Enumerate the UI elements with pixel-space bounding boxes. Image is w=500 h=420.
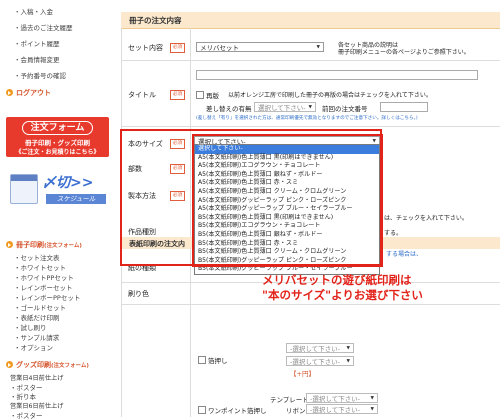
sidebar-booklet-link[interactable]: オプション xyxy=(14,342,54,352)
genre-note: する。 xyxy=(384,230,403,237)
sidebar-booklet-link[interactable]: レインボーPPセット xyxy=(14,292,81,302)
replace-select[interactable]: 選択して下さい- xyxy=(254,102,316,113)
order-section-header: 冊子の注文内容 xyxy=(121,12,500,29)
sidebar-booklet-link[interactable]: ゴールドセット xyxy=(14,302,67,312)
ribbon-label: リボン xyxy=(286,407,306,415)
section-title: 冊子の注文内容 xyxy=(129,16,182,25)
divider xyxy=(121,60,500,61)
logout-link[interactable]: ログアウト xyxy=(6,88,51,98)
sidebar-goods-link[interactable]: 折り本 xyxy=(10,391,37,401)
paper-note: する場合は、 xyxy=(386,251,423,258)
schedule-banner[interactable]: 〆切>> スケジュール xyxy=(6,170,109,210)
reprint-checkbox[interactable] xyxy=(196,91,204,99)
schedule-label: スケジュール xyxy=(46,194,106,204)
required-badge: 必須 xyxy=(170,43,185,53)
set-select[interactable]: メリバセット xyxy=(196,42,324,53)
goods-subhead: 営業日4日前仕上げ xyxy=(10,375,64,382)
divider xyxy=(121,304,500,305)
reprint-label: 再版 xyxy=(206,92,219,100)
sidebar-booklet-link[interactable]: ホワイトセット xyxy=(14,262,67,272)
order-banner-note: 《ご注文・お見積りはこちら》 xyxy=(15,149,100,156)
sidebar-link-points[interactable]: ポイント履歴 xyxy=(14,38,60,48)
foil-select-2[interactable]: -選択して下さい- xyxy=(286,356,354,367)
foil-price: 【+円】 xyxy=(290,370,315,378)
sidebar-link-order-history[interactable]: 過去のご注文履歴 xyxy=(14,22,73,32)
callout-line: メリバセットの遊び紙印刷は xyxy=(262,273,412,287)
set-note: 冊子印刷メニューの各ページよりご参照下さい。 xyxy=(338,49,470,56)
onepoint-checkbox[interactable] xyxy=(198,406,206,414)
arrow-circle-icon xyxy=(6,241,13,248)
sidebar-goods-link[interactable]: ポスター xyxy=(10,410,43,420)
deadline-label: 〆切>> xyxy=(42,175,94,191)
booklet-head[interactable]: 冊子印刷(注文フォーム) xyxy=(6,240,82,250)
sidebar-booklet-link[interactable]: セット注文表 xyxy=(14,252,60,262)
ribbon-select[interactable]: -選択して下さい- xyxy=(306,404,378,415)
sidebar-link-payment[interactable]: 入稿・入金 xyxy=(14,6,54,16)
arrow-circle-icon xyxy=(6,89,13,96)
calendar-icon xyxy=(10,174,38,204)
sidebar-booklet-link[interactable]: 表紙だけ印刷 xyxy=(14,312,60,322)
sidebar-link-member-info[interactable]: 会員情報変更 xyxy=(14,54,60,64)
sidebar-booklet-link[interactable]: ホワイトPPセット xyxy=(14,272,74,282)
sidebar-link-reservation[interactable]: 予約番号の確認 xyxy=(14,70,67,80)
replace-label: 差し替えの有無 xyxy=(206,105,252,113)
sidebar-booklet-link[interactable]: サンプル請求 xyxy=(14,332,60,342)
required-badge: 必須 xyxy=(170,90,185,100)
sidebar: 入稿・入金 過去のご注文履歴 ポイント履歴 会員情報変更 予約番号の確認 ログア… xyxy=(0,0,114,420)
sidebar-booklet-link[interactable]: レインボーセット xyxy=(14,282,73,292)
sidebar-booklet-link[interactable]: 試し刷り xyxy=(14,322,47,332)
goods-subhead: 営業日6日前仕上げ xyxy=(10,403,64,410)
replace-note: (差し替え「有り」を選択された方は、通常印刷優先で無効となりますのでご注意下さい… xyxy=(196,116,418,121)
order-banner-subtitle: 冊子印刷・グッズ印刷 xyxy=(25,139,90,147)
set-label: セット内容 xyxy=(128,44,163,52)
template-label: テンプレート xyxy=(270,396,309,404)
title-input[interactable] xyxy=(196,70,478,80)
print-color-label: 刷り色 xyxy=(128,290,149,298)
foil-select-1[interactable]: -選択して下さい- xyxy=(286,343,354,354)
template-select[interactable]: -選択して下さい- xyxy=(306,393,378,404)
genre-note: は、チェックを入れて下さい。 xyxy=(384,215,468,222)
order-banner-title: 注文フォーム xyxy=(21,121,94,135)
goods-head[interactable]: グッズ印刷(注文フォーム) xyxy=(6,360,89,370)
foil-label: 箔押し xyxy=(208,357,228,365)
order-form-banner[interactable]: 注文フォーム 冊子印刷・グッズ印刷 《ご注文・お見積りはこちら》 xyxy=(6,117,109,157)
foil-checkbox[interactable] xyxy=(198,356,206,364)
prev-order-label: 前回の注文番号 xyxy=(322,105,368,113)
callout-text: メリバセットの遊び紙印刷は "本のサイズ"よりお選び下さい xyxy=(262,273,423,303)
reprint-note: 以前オレンジ工房で印刷した冊子の再版の場合はチェックを入れて下さい。 xyxy=(228,92,432,99)
title-label: タイトル xyxy=(128,91,156,99)
onepoint-label: ワンポイント箔押し xyxy=(208,407,267,415)
callout-line: "本のサイズ"よりお選び下さい xyxy=(262,288,423,302)
prev-order-input[interactable] xyxy=(380,102,428,112)
highlight-box xyxy=(192,134,383,267)
arrow-circle-icon xyxy=(6,361,13,368)
divider xyxy=(121,126,500,127)
